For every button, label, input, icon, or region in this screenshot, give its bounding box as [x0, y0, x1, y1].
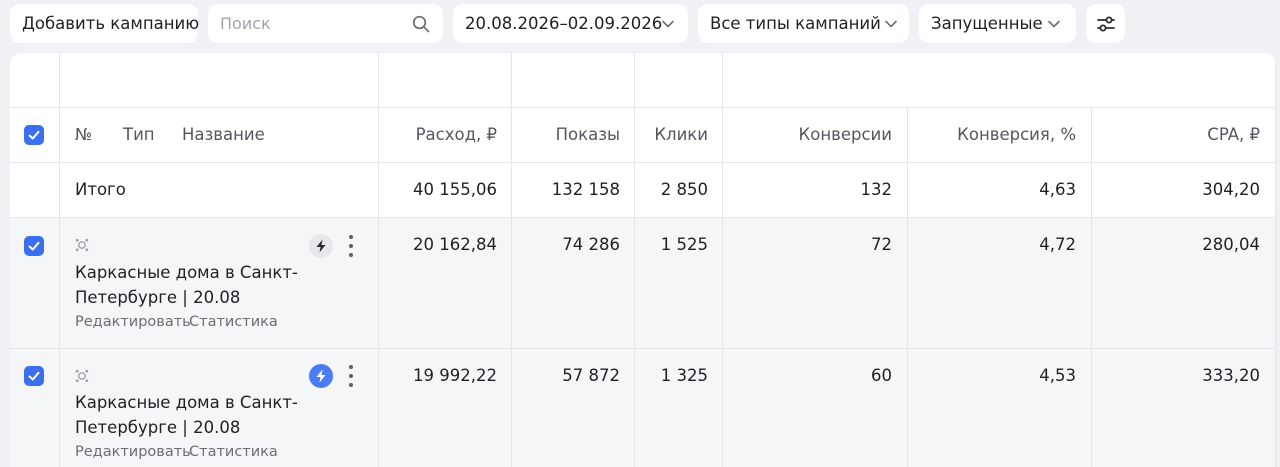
- cell-cpa: 333,20: [1202, 366, 1260, 385]
- grid-line: [634, 53, 635, 467]
- column-header-impressions[interactable]: Показы: [556, 125, 620, 145]
- total-label: Итого: [75, 180, 126, 199]
- grid-line: [10, 107, 1276, 108]
- grid-line: [1275, 53, 1276, 467]
- column-header-name[interactable]: Название: [182, 125, 265, 145]
- more-vertical-icon[interactable]: [342, 364, 360, 388]
- column-header-number[interactable]: №: [75, 125, 92, 145]
- column-header-conversion-rate[interactable]: Конверсия, %: [957, 125, 1076, 145]
- campaign-type-select[interactable]: Все типы кампаний: [698, 4, 909, 43]
- cell-clicks: 1 525: [660, 235, 708, 254]
- grid-line: [10, 348, 1276, 349]
- cell-spend: 20 162,84: [413, 235, 497, 254]
- campaigns-table: № Тип Название Расход, ₽ Показы Клики Ко…: [10, 53, 1276, 467]
- search-placeholder: Поиск: [220, 14, 271, 33]
- cell-conversions: 60: [871, 366, 892, 385]
- statistics-link[interactable]: Статистика: [189, 444, 278, 460]
- search-icon[interactable]: [412, 15, 430, 33]
- campaign-type-value: Все типы кампаний: [710, 14, 881, 33]
- cell-clicks: 1 325: [660, 366, 708, 385]
- campaign-name[interactable]: Каркасные дома в Санкт-Петербурге | 20.0…: [75, 260, 315, 310]
- lightning-icon: [316, 239, 326, 253]
- chevron-down-icon: [662, 20, 674, 28]
- total-cpa: 304,20: [1202, 180, 1260, 199]
- grid-line: [10, 217, 1276, 218]
- cell-cpa: 280,04: [1202, 235, 1260, 254]
- chevron-down-icon: [885, 20, 897, 28]
- cell-impressions: 74 286: [562, 235, 620, 254]
- edit-link[interactable]: Редактировать: [75, 314, 191, 330]
- grid-line: [59, 53, 60, 467]
- column-header-type[interactable]: Тип: [123, 125, 155, 145]
- cell-conversions: 72: [871, 235, 892, 254]
- select-all-checkbox[interactable]: [24, 125, 44, 145]
- cell-conversion-rate: 4,53: [1039, 366, 1076, 385]
- search-input[interactable]: Поиск: [208, 4, 443, 43]
- column-header-conversions[interactable]: Конверсии: [799, 125, 892, 145]
- grid-line: [10, 162, 1276, 163]
- row-checkbox[interactable]: [24, 236, 44, 256]
- edit-link[interactable]: Редактировать: [75, 444, 191, 460]
- lightning-icon: [316, 369, 326, 383]
- column-header-cpa[interactable]: CPA, ₽: [1207, 125, 1260, 145]
- grid-line: [378, 53, 379, 467]
- more-vertical-icon[interactable]: [342, 234, 360, 258]
- checkbox-checked-icon: [28, 241, 40, 251]
- status-value: Запущенные: [931, 14, 1043, 33]
- cell-spend: 19 992,22: [413, 366, 497, 385]
- campaign-name[interactable]: Каркасные дома в Санкт-Петербурге | 20.0…: [75, 390, 315, 440]
- total-conversion-rate: 4,63: [1039, 180, 1076, 199]
- filter-settings-button[interactable]: [1086, 4, 1125, 43]
- column-header-clicks[interactable]: Клики: [654, 125, 708, 145]
- total-spend: 40 155,06: [413, 180, 497, 199]
- cell-conversion-rate: 4,72: [1039, 235, 1076, 254]
- chevron-down-icon: [1048, 20, 1060, 28]
- date-range-select[interactable]: 20.08.2026–02.09.2026: [453, 4, 688, 43]
- add-campaign-label: Добавить кампанию: [22, 14, 200, 33]
- column-header-spend[interactable]: Расход, ₽: [416, 125, 497, 145]
- row-checkbox[interactable]: [24, 366, 44, 386]
- status-select[interactable]: Запущенные: [919, 4, 1076, 43]
- statistics-link[interactable]: Статистика: [189, 314, 278, 330]
- checkbox-checked-icon: [28, 371, 40, 381]
- toolbar: Добавить кампанию Поиск 20.08.2026–02.09…: [10, 4, 1280, 43]
- checkbox-checked-icon: [28, 130, 40, 140]
- total-impressions: 132 158: [551, 180, 620, 199]
- grid-line: [511, 53, 512, 467]
- add-campaign-button[interactable]: Добавить кампанию: [10, 4, 200, 43]
- grid-line: [722, 53, 723, 467]
- campaign-type-icon: [75, 238, 89, 252]
- total-conversions: 132: [860, 180, 893, 199]
- autotarget-toggle[interactable]: [309, 234, 333, 258]
- cell-impressions: 57 872: [562, 366, 620, 385]
- date-range-value: 20.08.2026–02.09.2026: [465, 14, 663, 33]
- autotarget-toggle[interactable]: [309, 364, 333, 388]
- filter-settings-icon: [1096, 16, 1115, 31]
- campaign-type-icon: [75, 369, 89, 383]
- total-clicks: 2 850: [660, 180, 708, 199]
